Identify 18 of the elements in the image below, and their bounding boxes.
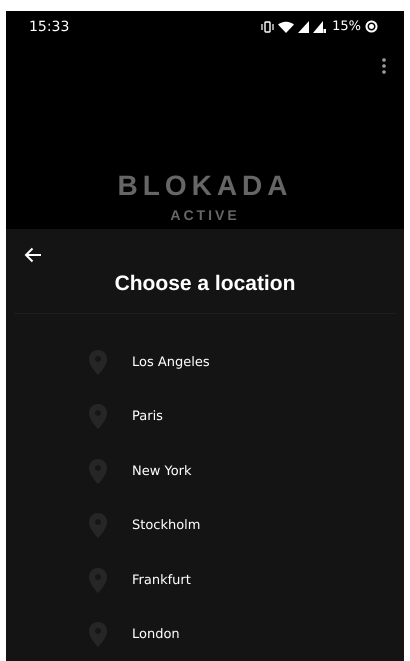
vibrate-icon [261, 20, 274, 33]
wifi-icon [278, 20, 294, 33]
more-icon[interactable] [382, 58, 386, 74]
location-item[interactable]: London [6, 608, 404, 661]
location-item[interactable]: Stockholm [6, 498, 404, 553]
location-item[interactable]: Los Angeles [6, 335, 404, 390]
sheet-title: Choose a location [114, 272, 296, 296]
battery-ring-icon [365, 20, 378, 34]
signal-icon [313, 20, 326, 33]
app-logo: BLOKADA [118, 170, 292, 201]
signal-icon [298, 20, 310, 33]
location-item[interactable]: Paris [6, 390, 404, 444]
back-icon[interactable] [24, 247, 42, 263]
status-time: 15:33 [29, 18, 70, 35]
location-item[interactable]: New York [6, 444, 404, 498]
status-label: ACTIVE [170, 206, 240, 223]
battery-percent: 15% [332, 19, 361, 34]
location-item[interactable]: Frankfurt [6, 553, 404, 608]
